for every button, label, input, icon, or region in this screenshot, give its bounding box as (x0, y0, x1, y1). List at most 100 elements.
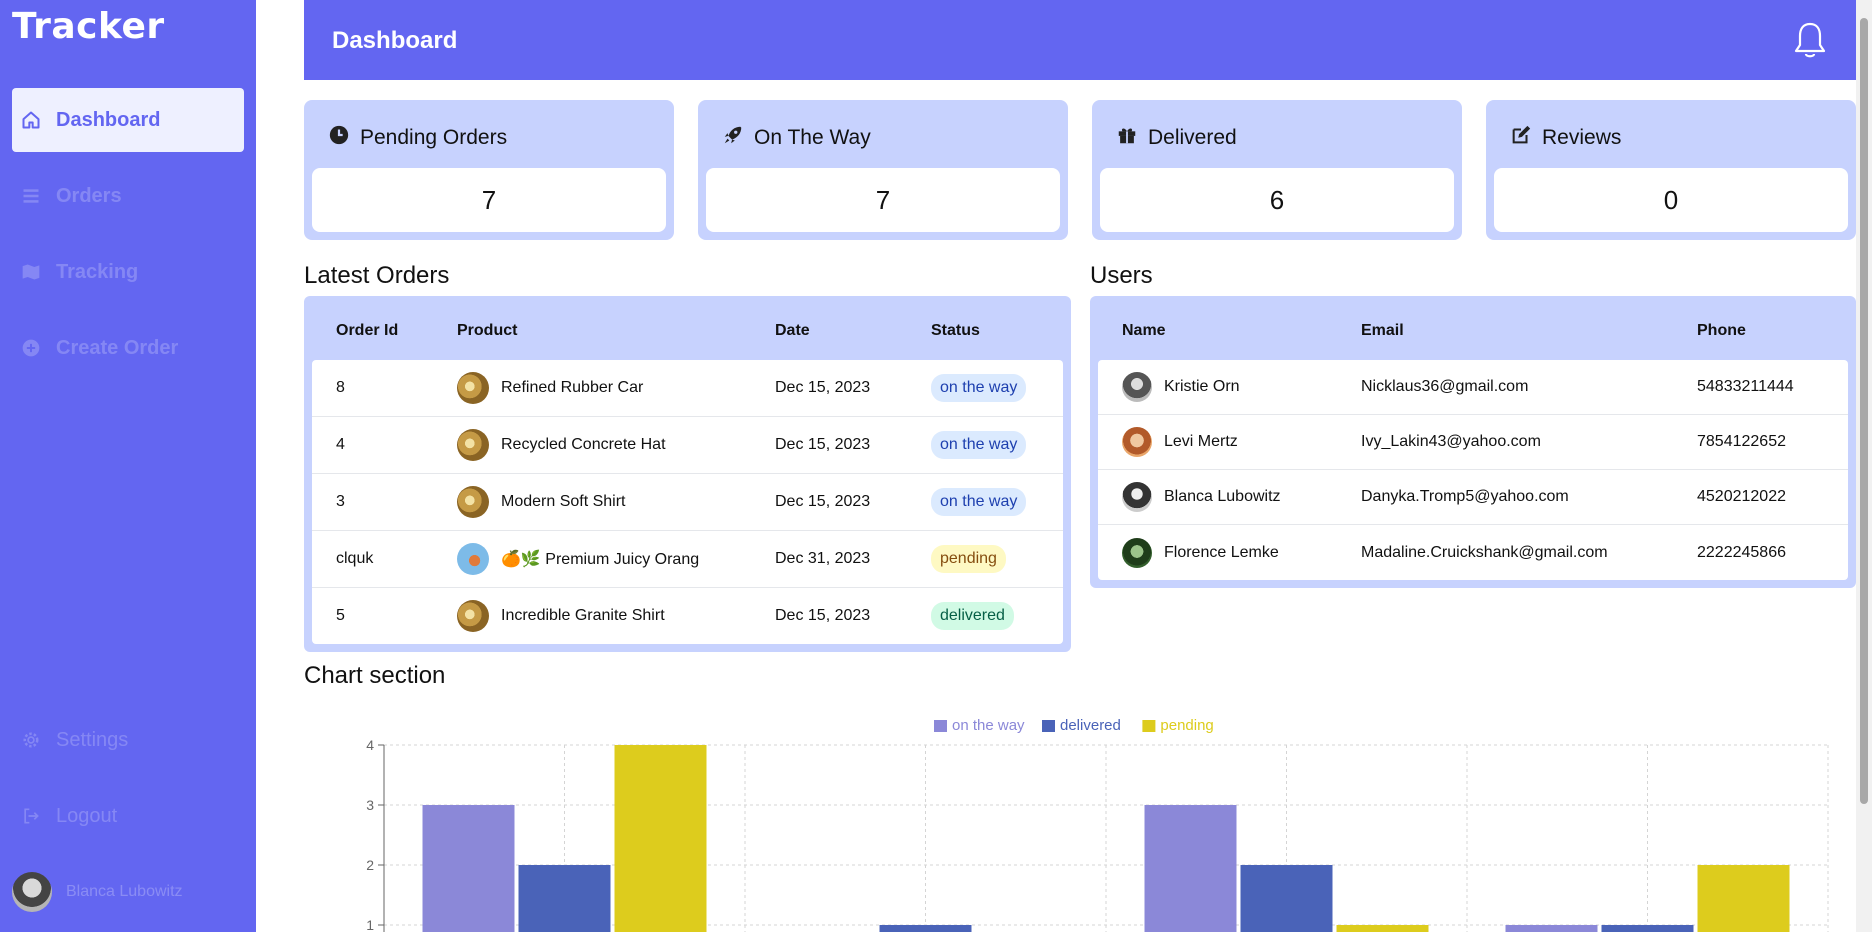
product-cell: Incredible Granite Shirt (457, 600, 665, 632)
page-title: Dashboard (332, 27, 458, 54)
sidebar-item-label: Tracking (56, 260, 139, 283)
chart-bar (879, 925, 972, 932)
product-cell: Refined Rubber Car (457, 372, 643, 404)
y-tick-label: 2 (366, 857, 374, 873)
stat-label: Reviews (1542, 126, 1622, 149)
legend-label: on the way (952, 717, 1025, 734)
user-email: Danyka.Tromp5@yahoo.com (1361, 488, 1569, 505)
column-header[interactable]: Date (775, 322, 810, 340)
column-header[interactable]: Order Id (336, 322, 398, 340)
stat-value: 7 (706, 168, 1060, 232)
column-header[interactable]: Product (457, 322, 517, 340)
stat-card-header: Delivered (1116, 124, 1237, 152)
product-cell: Recycled Concrete Hat (457, 429, 666, 461)
stat-card-pending: Pending Orders 7 (304, 100, 674, 240)
user-email: Madaline.Cruickshank@gmail.com (1361, 543, 1608, 561)
orders-table: Order Id Product Date Status 8 Refined R… (304, 296, 1071, 652)
chart-bar (1240, 865, 1333, 932)
product-name: 🍊🌿 Premium Juicy Orang (501, 551, 700, 568)
table-row[interactable]: Levi Mertz Ivy_Lakin43@yahoo.com 7854122… (1098, 415, 1848, 470)
user-phone: 54833211444 (1697, 378, 1794, 395)
map-icon (20, 261, 42, 283)
status-badge: pending (931, 545, 1006, 573)
user-phone: 2222245866 (1697, 543, 1786, 561)
avatar (1122, 427, 1152, 457)
table-row[interactable]: 5 Incredible Granite Shirt Dec 15, 2023 … (312, 588, 1063, 644)
table-row[interactable]: 8 Refined Rubber Car Dec 15, 2023 on the… (312, 360, 1063, 417)
legend-swatch (1042, 720, 1055, 732)
sidebar-item-label: Logout (56, 804, 118, 827)
product-thumbnail (457, 372, 489, 404)
chart-bar (422, 805, 515, 932)
product-cell: Modern Soft Shirt (457, 486, 626, 518)
table-row[interactable]: clquk 🍊🌿 Premium Juicy Orang Dec 31, 202… (312, 531, 1063, 588)
chart-section-title: Chart section (304, 662, 446, 689)
stat-label: Delivered (1148, 126, 1237, 149)
status-badge: on the way (931, 374, 1027, 402)
stat-card-header: Reviews (1510, 124, 1621, 152)
user-email: Ivy_Lakin43@yahoo.com (1361, 433, 1541, 450)
user-cell: Florence Lemke (1122, 537, 1279, 568)
sidebar-item-tracking[interactable]: Tracking (12, 240, 244, 304)
table-row[interactable]: 4 Recycled Concrete Hat Dec 15, 2023 on … (312, 417, 1063, 474)
sidebar-item-label: Orders (56, 184, 122, 207)
current-user[interactable]: Blanca Lubowitz (12, 872, 183, 912)
status-badge: delivered (931, 602, 1014, 630)
stat-card-header: On The Way (722, 124, 871, 152)
chart-bar (1144, 805, 1237, 932)
table-row[interactable]: 3 Modern Soft Shirt Dec 15, 2023 on the … (312, 474, 1063, 531)
stat-value: 6 (1100, 168, 1454, 232)
order-date: Dec 15, 2023 (775, 607, 871, 624)
column-header[interactable]: Email (1361, 322, 1404, 340)
order-id: 3 (336, 493, 345, 510)
logout-icon (20, 805, 42, 827)
column-header[interactable]: Name (1122, 322, 1166, 340)
table-row[interactable]: Florence Lemke Madaline.Cruickshank@gmai… (1098, 525, 1848, 580)
status-badge: on the way (931, 431, 1027, 459)
current-user-name: Blanca Lubowitz (66, 883, 183, 900)
sidebar-item-label: Settings (56, 728, 129, 751)
gift-icon (1116, 124, 1148, 152)
table-row[interactable]: Blanca Lubowitz Danyka.Tromp5@yahoo.com … (1098, 470, 1848, 525)
product-thumbnail (457, 600, 489, 632)
plus-circle-icon (20, 337, 42, 359)
avatar (1122, 537, 1152, 568)
stat-value: 0 (1494, 168, 1848, 232)
user-name: Florence Lemke (1164, 543, 1279, 561)
sidebar-item-settings[interactable]: Settings (12, 708, 244, 772)
table-row[interactable]: Kristie Orn Nicklaus36@gmail.com 5483321… (1098, 360, 1848, 415)
bar-chart: 1 2 3 4 on the way delivered pending (366, 717, 1829, 932)
order-date: Dec 15, 2023 (775, 493, 871, 510)
product-thumbnail (457, 543, 489, 575)
sidebar-item-logout[interactable]: Logout (12, 784, 244, 848)
chart-bar (1697, 865, 1790, 932)
product-name: Refined Rubber Car (501, 379, 644, 396)
y-tick-label: 4 (366, 737, 374, 753)
users-table: Name Email Phone Kristie Orn Nicklaus36@… (1090, 296, 1856, 588)
sidebar-item-dashboard[interactable]: Dashboard (12, 88, 244, 152)
brand-logo[interactable]: Tracker (12, 6, 165, 47)
sidebar-item-label: Create Order (56, 336, 179, 359)
stat-label: Pending Orders (360, 126, 508, 149)
scrollbar-thumb[interactable] (1860, 18, 1868, 804)
column-header[interactable]: Status (931, 322, 980, 340)
gear-icon (20, 729, 42, 751)
user-phone: 7854122652 (1697, 433, 1786, 450)
product-thumbnail (457, 429, 489, 461)
product-name: Incredible Granite Shirt (501, 607, 665, 624)
scrollbar[interactable] (1856, 0, 1872, 932)
bell-icon[interactable] (1792, 20, 1828, 60)
stat-card-header: Pending Orders (328, 124, 507, 152)
sidebar-item-orders[interactable]: Orders (12, 164, 244, 228)
user-name: Levi Mertz (1164, 433, 1238, 450)
chart-bar (614, 745, 707, 932)
user-email: Nicklaus36@gmail.com (1361, 378, 1529, 395)
order-date: Dec 31, 2023 (775, 550, 871, 567)
app: Tracker Dashboard Orders Tracking Create… (0, 0, 1872, 932)
chart-bar (1601, 925, 1694, 932)
user-cell: Levi Mertz (1122, 427, 1238, 457)
y-tick-label: 1 (366, 917, 374, 932)
column-header[interactable]: Phone (1697, 322, 1746, 340)
sidebar-item-create-order[interactable]: Create Order (12, 316, 244, 380)
user-name: Blanca Lubowitz (1164, 488, 1281, 505)
